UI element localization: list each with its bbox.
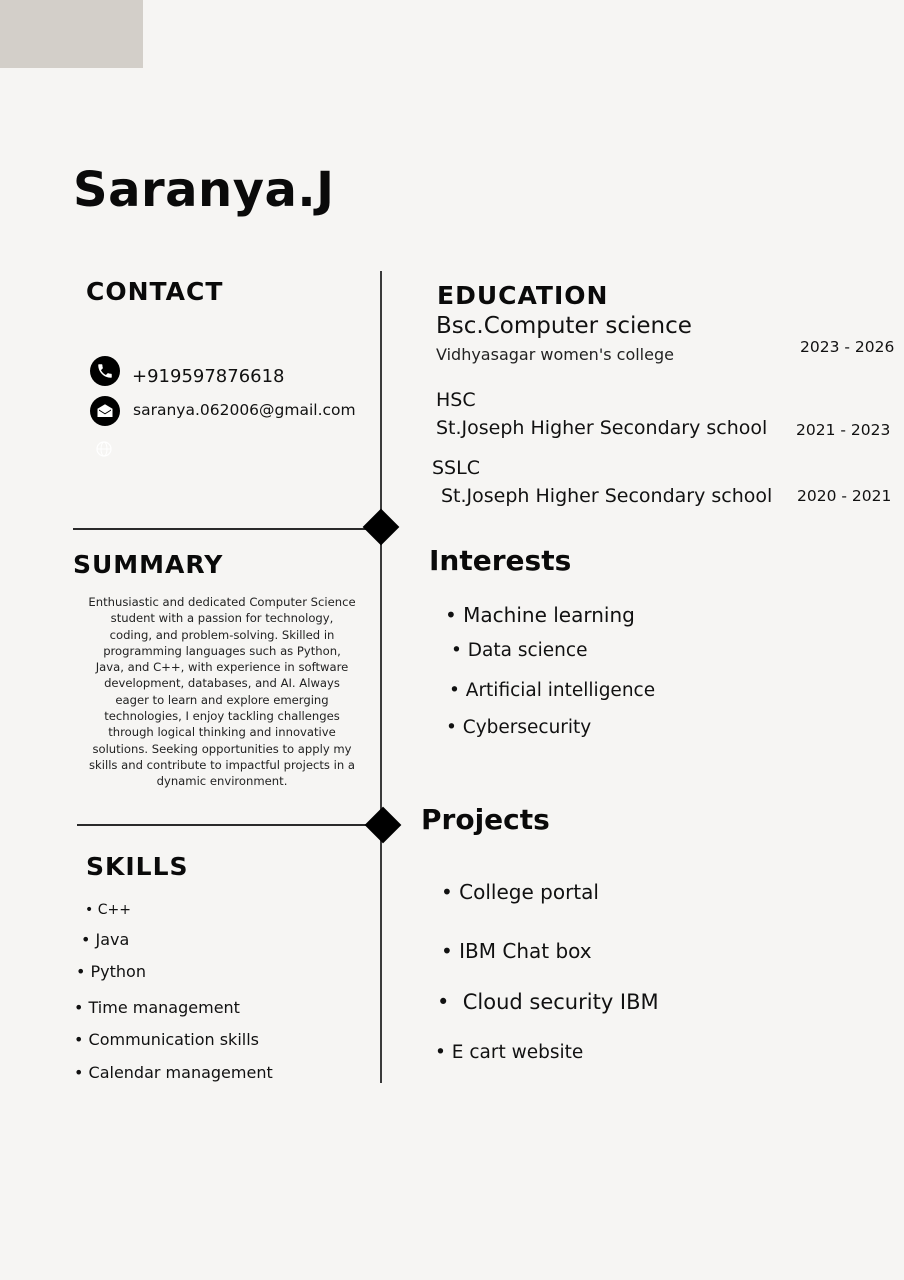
diamond-marker-2 [364,806,402,844]
education-degree: SSLC [432,457,480,479]
project-item: • College portal [441,880,599,904]
interest-item: • Machine learning [445,603,635,627]
education-degree: Bsc.Computer science [436,313,692,339]
interest-item: • Cybersecurity [446,717,592,738]
education-heading: EDUCATION [437,281,609,310]
summary-paragraph: Enthusiastic and dedicated Computer Scie… [88,595,356,789]
projects-heading: Projects [421,803,550,836]
skill-item: • Communication skills [74,1030,259,1049]
phone-number: +919597876618 [132,366,285,387]
vertical-divider [380,271,382,1083]
candidate-name: Saranya.J [73,162,335,218]
interests-heading: Interests [429,544,572,577]
divider-summary-skills [77,824,381,826]
corner-decoration [0,0,143,68]
email-icon [90,396,120,426]
education-school: St.Joseph Higher Secondary school [436,417,768,439]
education-years: 2021 - 2023 [796,421,891,439]
phone-icon [90,356,120,386]
interest-item: • Artificial intelligence [449,680,656,701]
skill-item: • Java [81,930,130,949]
divider-contact-summary [73,528,381,530]
skills-heading: SKILLS [86,852,189,881]
education-years: 2020 - 2021 [797,487,892,505]
education-years: 2023 - 2026 [800,338,895,356]
project-item: • Cloud security IBM [437,990,659,1014]
education-school: St.Joseph Higher Secondary school [441,485,773,507]
project-item: • IBM Chat box [441,939,592,963]
project-item: • E cart website [435,1042,584,1063]
email-address: saranya.062006@gmail.com [133,401,356,419]
education-school: Vidhyasagar women's college [436,345,674,364]
summary-heading: SUMMARY [73,550,224,579]
skill-item: • Time management [74,998,240,1017]
globe-icon [96,441,112,457]
skill-item: • Calendar management [74,1063,273,1082]
education-degree: HSC [436,389,476,411]
diamond-marker-1 [362,508,400,546]
skill-item: • C++ [85,902,131,918]
interest-item: • Data science [451,640,588,661]
skill-item: • Python [76,962,146,981]
contact-heading: CONTACT [86,277,224,306]
